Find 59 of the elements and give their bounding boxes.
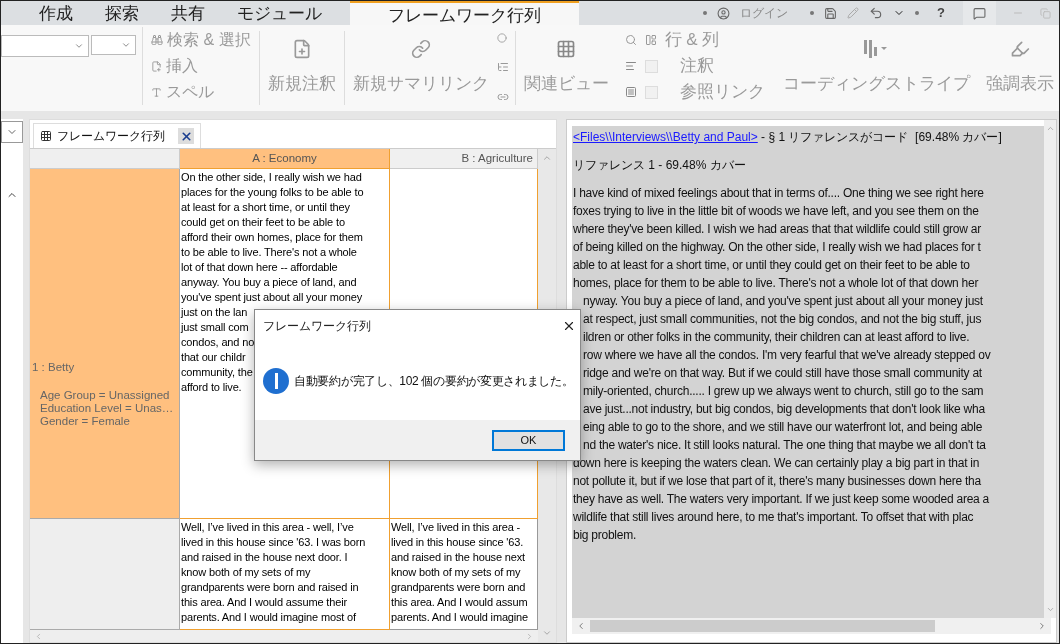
cell-text-line: Well, I’ve lived in this area - bbox=[391, 520, 521, 535]
transcript-line: not pollute it, but if we lose that part of it, there's many businesses down here tha bbox=[573, 473, 981, 490]
cell-text-line: afford their own homes, place for them bbox=[181, 230, 363, 245]
transcript-line: where they've been killed. I wish we had areas that that wildlife could still grow ar bbox=[573, 221, 981, 238]
toggle-label: 参照リンク bbox=[679, 81, 765, 103]
attribute-text: Age Group = Unassigned bbox=[40, 388, 171, 402]
transcript-line: big problem. bbox=[573, 527, 637, 544]
cell-text-line: this area. And I would assum bbox=[391, 595, 528, 610]
transcript-line: homes, place for them to be able to live. There's not a whole lot of that down her bbox=[573, 275, 979, 292]
transcript-line: of being killed on the highway. On the other side, I really wish we had places for t bbox=[573, 239, 981, 256]
transcript-line: at respect, just small communities, not the big condos, and not the big stuff, jus bbox=[582, 311, 982, 328]
cell-text-line: Well, I’ve lived in this area - well, I’ve bbox=[181, 520, 354, 535]
transcript-line: they have as well. The waters very important. If we just keep some wooded area a bbox=[573, 491, 989, 508]
transcript-line: row where we have all the condos. I'm very fearful that we've already stepped ov bbox=[582, 347, 991, 364]
cell-text-line: just on the lan bbox=[181, 305, 248, 320]
cell-text-line: condos, and no bbox=[181, 335, 255, 350]
cell-text-line: could get on their feet to be able to bbox=[181, 215, 345, 230]
cell-text-line: grandparents were born and bbox=[391, 580, 526, 595]
dialog-title: フレームワーク行列 bbox=[263, 318, 371, 335]
cell-text-line: that our childr bbox=[181, 350, 246, 365]
reference-summary: - § 1 リファレンスがコード [69.48% カバー] bbox=[760, 129, 1002, 146]
cell-text-line: On the other side, I really wish we had bbox=[181, 170, 362, 185]
cell-text-line: know both of my sets of my bbox=[391, 565, 521, 580]
cell-text-line: grandparents were born and raised in bbox=[181, 580, 359, 595]
cell-text-line: anyway. You buy a piece of land, and bbox=[181, 275, 357, 290]
cell-text-line: and raised in the house next door. I bbox=[181, 550, 348, 565]
cell-text-line: lived in this house since '63. I was born bbox=[181, 535, 366, 550]
transcript-line: foxes trying to live in the little bit of woods we have left, and you see them on the bbox=[573, 203, 979, 220]
cell-text-line: and raised in the house next bbox=[391, 550, 525, 565]
cell-text-line: to be able to live. There's not a whole bbox=[181, 245, 357, 260]
cell-text-line: this area. And I would assume their bbox=[181, 595, 347, 610]
transcript-line: eing able to go to the shore, and we still have our waterfront lot, and being able bbox=[582, 419, 983, 436]
reference-heading: リファレンス 1 - 69.48% カバー bbox=[573, 157, 746, 174]
transcript-line: I have kind of mixed feelings about that in terms of.... One thing we see right here bbox=[573, 185, 984, 202]
dialog-message: 自動要約が完了し、102 個の要約が変更されました。 bbox=[294, 373, 574, 390]
transcript-line: ridge and we're on that way. But if we could still have those small community at bbox=[582, 365, 982, 382]
row-header-label: 1 : Betty bbox=[32, 360, 76, 376]
transcript-line: nd the water's nice. It still looks natural. The one thing that maybe we all don't ta bbox=[582, 437, 986, 454]
cell-text-line: at least for a short time, or until they bbox=[181, 200, 350, 215]
cell-text-line: just small com bbox=[181, 320, 249, 335]
transcript-line: able to at least for a short time, or until they could get on their feet to be able to bbox=[573, 257, 970, 274]
cell-text-line: know both of my sets of my bbox=[181, 565, 311, 580]
toggle-label: 注釈 bbox=[679, 55, 714, 77]
cell-text-line: places for the young folks to be able to bbox=[181, 185, 364, 200]
cell-text-line: parents. And I would imagine bbox=[391, 610, 529, 625]
cell-text-line: parents. And I would imagine most of bbox=[181, 610, 356, 625]
document-tab-label: フレームワーク行列 bbox=[57, 128, 165, 145]
cell-text-line: community, the bbox=[181, 365, 253, 380]
cell-text-line: you've spent just about all your money bbox=[181, 290, 363, 305]
transcript-line: mily-oriented, church..... I grew up we always went to church, still go to the sam bbox=[582, 383, 984, 400]
transcript-line: nyway. You buy a piece of land, and you've spent just about all your money just bbox=[582, 293, 983, 310]
cell-text-line: lived in this house since '63. bbox=[391, 535, 524, 550]
cell-text-line: lot of that down here -- affordable bbox=[181, 260, 338, 275]
cell-text-line: afford to live. bbox=[181, 380, 242, 395]
attribute-text: Education Level = Unas… bbox=[40, 401, 175, 415]
transcript-line: ave just...not industry, but big condos, big developments that don't look like wha bbox=[582, 401, 985, 418]
transcript-line: ildren or other folks in the community, their children can at least afford to live. bbox=[582, 329, 970, 346]
attribute-text: Gender = Female bbox=[40, 414, 131, 428]
transcript-line: wildlife that still lives around here, to me that's important. To offset that with plac bbox=[573, 509, 974, 526]
